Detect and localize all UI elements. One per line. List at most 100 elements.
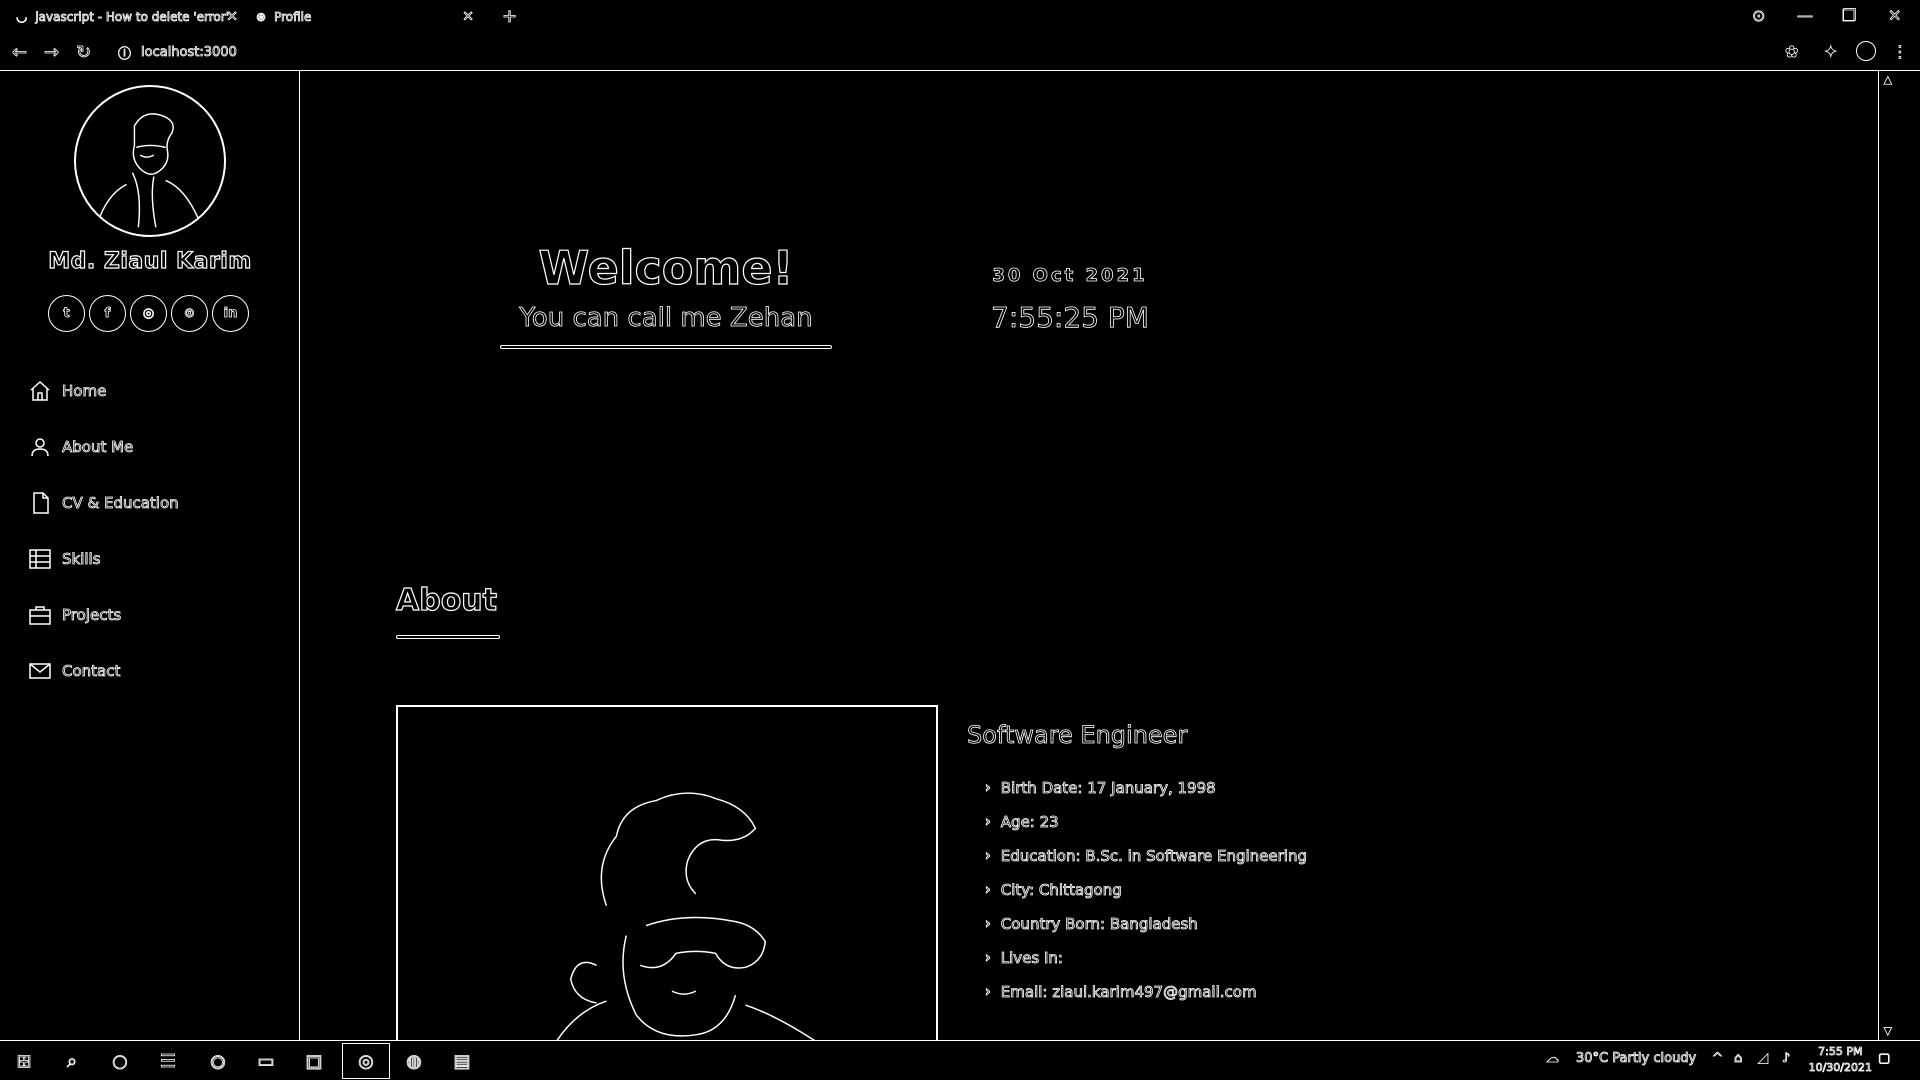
scroll-down-arrow-icon[interactable]: ▼: [1884, 1026, 1892, 1038]
chevron-right-icon: ›: [985, 780, 992, 797]
page-scrollbar[interactable]: ▲ ▼: [1878, 71, 1898, 1041]
list-item: › Age: 23: [985, 813, 1059, 832]
subtitle-underline: [500, 345, 832, 349]
extension-icon[interactable]: ✿: [1785, 42, 1799, 62]
facebook-icon[interactable]: f: [89, 295, 126, 332]
restore-icon[interactable]: ❐: [1842, 6, 1857, 26]
url-field[interactable]: ⓘ localhost:3000: [118, 43, 238, 63]
sidebar-item-label: About Me: [62, 438, 134, 457]
sidebar-item-cv-education[interactable]: CV & Education: [28, 475, 179, 531]
minimize-icon[interactable]: —: [1797, 6, 1814, 26]
mail-icon: [29, 663, 51, 679]
volume-icon[interactable]: ♪: [1782, 1051, 1791, 1067]
cortana-icon[interactable]: ○: [108, 1049, 132, 1073]
instagram-icon[interactable]: ◎: [130, 295, 167, 332]
clock-time: 7:55 PM: [1818, 1045, 1863, 1059]
task-view-icon[interactable]: ☰: [156, 1049, 180, 1073]
briefcase-icon: [29, 606, 51, 625]
github-icon[interactable]: ⊙: [171, 295, 208, 332]
file-explorer-icon[interactable]: ▭: [254, 1049, 278, 1073]
sidebar-item-home[interactable]: Home: [28, 363, 179, 419]
list-icon: [29, 549, 51, 569]
chevron-right-icon: ›: [985, 950, 992, 967]
document-icon: [33, 492, 49, 514]
scroll-up-arrow-icon[interactable]: ▲: [1884, 75, 1892, 87]
profile-photo: [396, 705, 938, 1041]
role-title: Software Engineer: [967, 721, 1188, 750]
home-icon: [30, 380, 50, 401]
close-window-icon[interactable]: ✕: [1888, 6, 1902, 26]
about-heading: About: [395, 582, 498, 618]
chevron-right-icon: ›: [985, 882, 992, 899]
list-item: › Lives In:: [985, 949, 1064, 968]
sidebar-item-projects[interactable]: Projects: [28, 587, 179, 643]
tab-title: Profile: [274, 10, 312, 25]
site-info-icon[interactable]: ⓘ: [118, 43, 132, 63]
clock-date: 10/30/2021: [1808, 1061, 1872, 1075]
linkedin-icon[interactable]: in: [212, 295, 249, 332]
call-me-subtitle: You can call me Zehan: [519, 303, 813, 334]
network-icon[interactable]: ⌂: [1734, 1051, 1743, 1067]
tab-title: javascript - How to delete 'error': [35, 10, 230, 25]
sidebar-item-label: Home: [62, 382, 107, 401]
main-content: Welcome! You can call me Zehan 30 Oct 20…: [300, 71, 1898, 1041]
social-links: t f ◎ ⊙ in: [48, 295, 249, 332]
wifi-icon[interactable]: ◢: [1758, 1051, 1769, 1067]
tab-favicon-icon: ⊛: [256, 10, 267, 25]
forward-arrow-icon[interactable]: →: [44, 42, 60, 64]
sidebar-nav: Home About Me CV & Education Skills Proj…: [28, 363, 179, 699]
list-item: › Country Born: Bangladesh: [985, 915, 1199, 934]
twitter-icon[interactable]: t: [48, 295, 85, 332]
browser-tab-strip: ◡ javascript - How to delete 'error' ✕ ⊛…: [0, 0, 1920, 34]
puzzle-icon[interactable]: ✦: [1824, 42, 1838, 62]
notifications-icon[interactable]: ▢: [1878, 1051, 1891, 1067]
current-time: 7:55:25 PM: [991, 301, 1150, 335]
chevron-up-icon[interactable]: ^: [1712, 1051, 1724, 1067]
menu-kebab-icon[interactable]: ⋮: [1892, 42, 1909, 62]
chevron-right-icon: ›: [985, 916, 992, 933]
user-icon: [31, 438, 49, 457]
sidebar-item-label: Contact: [62, 662, 121, 681]
search-icon[interactable]: ⌕: [60, 1049, 84, 1073]
chevron-right-icon: ›: [985, 814, 992, 831]
tab-stackoverflow[interactable]: ◡ javascript - How to delete 'error' ✕: [16, 4, 244, 30]
about-underline: [396, 635, 500, 639]
back-arrow-icon[interactable]: ←: [12, 42, 28, 64]
taskbar-clock[interactable]: 7:55 PM 10/30/2021: [1808, 1044, 1872, 1076]
chevron-right-icon: ›: [985, 848, 992, 865]
new-tab-plus-icon[interactable]: +: [502, 6, 518, 28]
terminal-taskbar-icon[interactable]: ▤: [450, 1049, 474, 1073]
tab-search-icon[interactable]: ⊙: [1752, 6, 1766, 26]
profile-avatar-icon[interactable]: [1856, 41, 1876, 61]
list-item: › Email: ziaul.karim497@gmail.com: [985, 983, 1257, 1002]
weather-text[interactable]: 30°C Partly cloudy: [1576, 1051, 1697, 1067]
edge-icon[interactable]: ◉: [206, 1049, 230, 1073]
current-date: 30 Oct 2021: [992, 265, 1148, 287]
close-tab-icon[interactable]: ✕: [462, 9, 475, 26]
chrome-taskbar-icon[interactable]: ◍: [402, 1049, 426, 1073]
sidebar-item-label: Projects: [62, 606, 122, 625]
close-tab-icon[interactable]: ✕: [226, 9, 239, 26]
list-item: › City: Chittagong: [985, 881, 1123, 900]
tab-favicon-icon: ◡: [16, 9, 28, 25]
sidebar: Md. Ziaul Karim t f ◎ ⊙ in Home About Me: [0, 71, 300, 1041]
reload-icon[interactable]: ↻: [76, 42, 92, 64]
chevron-right-icon: ›: [985, 984, 992, 1001]
sidebar-item-label: CV & Education: [62, 494, 179, 513]
url-text: localhost:3000: [141, 45, 238, 61]
sidebar-item-label: Skills: [62, 550, 101, 569]
about-facts-list: › Birth Date: 17 January, 1998 › Age: 23 ›…: [985, 771, 1308, 1009]
sidebar-item-skills[interactable]: Skills: [28, 531, 179, 587]
welcome-heading: Welcome!: [538, 240, 794, 295]
tab-profile[interactable]: ⊛ Profile ✕: [256, 4, 480, 30]
windows-start-icon[interactable]: ⊞: [12, 1049, 36, 1073]
store-icon[interactable]: ▣: [302, 1049, 326, 1073]
profile-name: Md. Ziaul Karim: [48, 248, 252, 274]
sidebar-item-contact[interactable]: Contact: [28, 643, 179, 699]
sidebar-item-about-me[interactable]: About Me: [28, 419, 179, 475]
vscode-taskbar-icon[interactable]: ◎: [342, 1043, 390, 1079]
weather-icon[interactable]: ☁: [1546, 1051, 1560, 1067]
windows-taskbar: ⊞ ⌕ ○ ☰ ◉ ▭ ▣ ◎ ◍ ▤ ☁ 30°C Partly cloudy…: [0, 1040, 1920, 1080]
address-bar-row: ← → ↻ ⓘ localhost:3000 ✿ ✦ ⋮: [0, 34, 1920, 70]
list-item: › Education: B.Sc. in Software Engineerin…: [985, 847, 1308, 866]
